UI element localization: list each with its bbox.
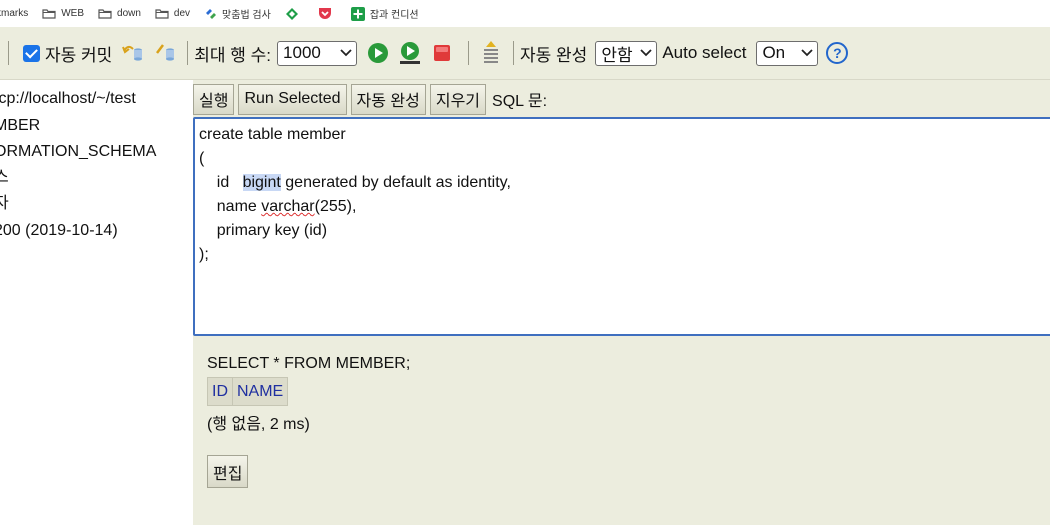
- auto-select-select[interactable]: On: [756, 40, 819, 66]
- result-status: (행 없음, 2 ms): [207, 416, 310, 433]
- spellcheck-icon: [204, 7, 217, 20]
- bookmark-label: WEB: [61, 8, 85, 19]
- bookmark-dev[interactable]: dev: [155, 8, 190, 19]
- bookmark-down[interactable]: down: [98, 8, 141, 19]
- autocomplete-button[interactable]: 자동 완성: [350, 83, 426, 115]
- max-rows-select[interactable]: 1000: [277, 40, 358, 66]
- autocommit-label: 자동 커밋: [45, 45, 113, 65]
- tree-item-users[interactable]: 자: [0, 191, 9, 217]
- toolbar-separator: [187, 41, 189, 65]
- run-selected-button[interactable]: Run Selected: [238, 83, 347, 115]
- rollback-icon[interactable]: [152, 40, 178, 66]
- bookmark-condition[interactable]: 잡과 컨디션: [350, 6, 419, 21]
- schema-tree: tcp://localhost/~/test MBER ORMATION_SCH…: [0, 80, 193, 525]
- query-button-bar: 실행 Run Selected 자동 완성 지우기 SQL 문:: [193, 83, 547, 115]
- selected-text: bigint: [242, 174, 281, 191]
- result-header-row: ID NAME: [207, 377, 289, 406]
- autocommit-checkbox[interactable]: [23, 44, 40, 62]
- bookmark-pocket[interactable]: [318, 7, 337, 20]
- sql-statement-label: SQL 문:: [492, 93, 548, 110]
- editor-line: );: [199, 246, 209, 263]
- autocomplete-value: 안함: [601, 45, 633, 65]
- tree-item-information-schema[interactable]: ORMATION_SCHEMA: [0, 139, 156, 165]
- max-rows-label: 최대 행 수:: [194, 45, 272, 65]
- result-sql-text: SELECT * FROM MEMBER;: [207, 355, 411, 372]
- toolbar: 자동 커밋 최대 행 수: 1000 자동 완성 안함 Auto select …: [0, 27, 1050, 80]
- column-header-id[interactable]: ID: [207, 377, 233, 406]
- editor-text: generated by default as identity,: [280, 174, 511, 191]
- column-header-name[interactable]: NAME: [231, 377, 289, 406]
- chevron-down-icon: [640, 49, 652, 57]
- chevron-down-icon: [801, 49, 814, 57]
- bookmark-all-bookmarks[interactable]: kmarks: [0, 8, 28, 19]
- folder-icon: [42, 8, 56, 19]
- max-rows-value: 1000: [283, 43, 321, 62]
- folder-icon: [98, 8, 112, 19]
- commit-icon[interactable]: [120, 40, 146, 66]
- editor-line: name varchar(255),: [199, 195, 1050, 219]
- bookmarks-bar: kmarks WEB down dev 맞춤법 검사: [0, 0, 1050, 27]
- bookmark-label: 잡과 컨디션: [369, 10, 419, 21]
- history-icon[interactable]: [478, 40, 504, 66]
- toolbar-separator: [8, 41, 9, 65]
- editor-line: (: [199, 150, 205, 167]
- bookmark-spellcheck[interactable]: 맞춤법 검사: [204, 6, 271, 21]
- bookmark-label: dev: [173, 8, 191, 19]
- editor-text: (255),: [314, 198, 357, 215]
- autocomplete-label: 자동 완성: [520, 45, 588, 65]
- stop-icon[interactable]: [429, 40, 455, 66]
- bookmark-label: 맞춤법 검사: [222, 10, 271, 21]
- auto-select-label: Auto select: [662, 43, 747, 62]
- toolbar-separator: [513, 41, 515, 65]
- run-icon[interactable]: [365, 40, 391, 66]
- green-diamond-icon: [285, 7, 299, 21]
- chevron-down-icon: [340, 49, 352, 57]
- green-cross-icon: [350, 6, 365, 21]
- spellcheck-underlined-text: varchar: [261, 198, 315, 215]
- bookmark-web[interactable]: WEB: [42, 8, 84, 19]
- tree-item-sequences[interactable]: 스: [0, 165, 9, 191]
- editor-text: id: [199, 174, 243, 191]
- run-button[interactable]: 실행: [193, 83, 235, 115]
- bookmark-green-diamond[interactable]: [285, 7, 304, 21]
- editor-line: primary key (id): [199, 222, 328, 239]
- help-icon[interactable]: ?: [826, 42, 849, 64]
- autocomplete-select[interactable]: 안함: [595, 40, 658, 66]
- tree-item-connection[interactable]: tcp://localhost/~/test: [0, 86, 136, 112]
- toolbar-separator: [468, 41, 470, 65]
- result-table: ID NAME: [207, 377, 289, 406]
- sql-editor[interactable]: create table member ( id bigint generated…: [193, 117, 1050, 336]
- bookmark-label: down: [117, 8, 141, 19]
- clear-button[interactable]: 지우기: [429, 83, 487, 115]
- tree-item-member-table[interactable]: MBER: [0, 113, 40, 139]
- editor-line: id bigint generated by default as identi…: [199, 171, 1050, 195]
- folder-icon: [155, 8, 169, 19]
- pocket-icon: [318, 7, 332, 20]
- edit-button[interactable]: 편집: [207, 455, 249, 488]
- tree-item-version: 200 (2019-10-14): [0, 222, 118, 239]
- editor-text: name: [199, 198, 262, 215]
- bookmark-label: kmarks: [0, 8, 29, 19]
- query-panel: 실행 Run Selected 자동 완성 지우기 SQL 문: create …: [193, 80, 1050, 525]
- auto-select-value: On: [762, 43, 786, 62]
- editor-line: create table member: [199, 126, 346, 143]
- run-selected-icon[interactable]: [397, 40, 423, 66]
